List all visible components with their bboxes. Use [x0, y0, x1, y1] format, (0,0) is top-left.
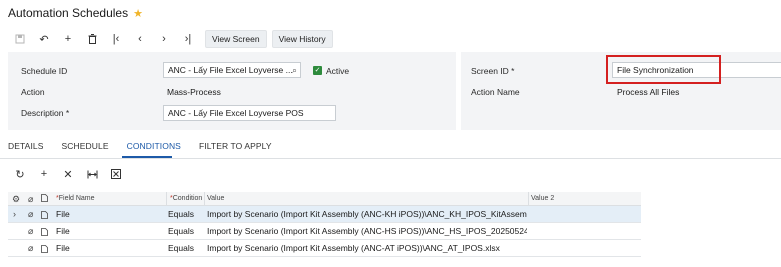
field-name-cell[interactable]: File	[56, 223, 70, 240]
tab-bar: DETAILS SCHEDULE CONDITIONS FILTER TO AP…	[8, 141, 290, 155]
field-name-cell[interactable]: File	[56, 206, 70, 223]
column-settings-icon[interactable]: ⚙	[12, 192, 20, 206]
note-icon[interactable]	[41, 240, 48, 257]
value2-header[interactable]: Value 2	[531, 192, 554, 206]
conditions-grid: ⚙ ⌀ *Field Name *Condition Value Value 2…	[8, 192, 641, 257]
favorite-star-icon[interactable]: ★	[133, 7, 143, 20]
condition-cell[interactable]: Equals	[168, 240, 194, 257]
tab-conditions[interactable]: CONDITIONS	[127, 141, 181, 155]
grid-header: ⚙ ⌀ *Field Name *Condition Value Value 2	[8, 192, 641, 206]
delete-row-icon[interactable]: ✕	[56, 166, 80, 182]
condition-cell[interactable]: Equals	[168, 206, 194, 223]
attachment-icon[interactable]: ⌀	[28, 206, 33, 223]
tab-details[interactable]: DETAILS	[8, 141, 44, 155]
add-icon[interactable]: +	[56, 30, 80, 48]
main-toolbar: ↶ + |‹ ‹ › ›| View Screen View History	[8, 30, 333, 48]
view-history-button[interactable]: View History	[271, 30, 333, 48]
action-label: Action	[21, 87, 45, 97]
tab-filter-to-apply[interactable]: FILTER TO APPLY	[199, 141, 272, 155]
field-name-header[interactable]: *Field Name	[56, 192, 95, 206]
active-label: Active	[326, 66, 350, 76]
tab-schedule[interactable]: SCHEDULE	[62, 141, 109, 155]
save-icon[interactable]	[8, 30, 32, 48]
value-cell[interactable]: Import by Scenario (Import Kit Assembly …	[207, 206, 527, 223]
attachment-icon[interactable]: ⌀	[28, 223, 33, 240]
description-field[interactable]: ANC - Lấy File Excel Loyverse POS	[163, 105, 336, 121]
action-name-value: Process All Files	[617, 87, 680, 97]
schedule-id-value: ANC - Lấy File Excel Loyverse ...	[168, 65, 293, 75]
last-record-icon[interactable]: ›|	[176, 30, 200, 48]
value-cell[interactable]: Import by Scenario (Import Kit Assembly …	[207, 240, 527, 257]
note-icon[interactable]	[41, 206, 48, 223]
undo-icon[interactable]: ↶	[32, 30, 56, 48]
active-checkbox[interactable]: ✓	[313, 66, 322, 75]
table-row[interactable]: ⌀ File Equals Import by Scenario (Import…	[8, 223, 641, 240]
screen-id-label: Screen ID *	[471, 66, 515, 76]
page-header: Automation Schedules ★	[8, 5, 143, 21]
delete-icon[interactable]	[80, 30, 104, 48]
summary-panel-left: Schedule ID ANC - Lấy File Excel Loyvers…	[8, 52, 456, 130]
add-row-icon[interactable]: +	[32, 166, 56, 182]
action-name-label: Action Name	[471, 87, 520, 97]
note-header-icon	[41, 192, 48, 206]
schedule-id-field[interactable]: ANC - Lấy File Excel Loyverse ... ⌕	[163, 62, 301, 78]
grid-toolbar: ↻ + ✕	[8, 166, 128, 182]
tab-divider	[0, 158, 781, 159]
row-selector-chevron-icon[interactable]: ›	[13, 206, 16, 223]
schedule-id-label: Schedule ID	[21, 66, 68, 76]
condition-header[interactable]: *Condition	[170, 192, 202, 206]
field-name-cell[interactable]: File	[56, 240, 70, 257]
fit-columns-icon[interactable]	[80, 166, 104, 182]
table-row[interactable]: ⌀ File Equals Import by Scenario (Import…	[8, 240, 641, 257]
export-excel-icon[interactable]	[104, 166, 128, 182]
table-row[interactable]: › ⌀ File Equals Import by Scenario (Impo…	[8, 206, 641, 223]
attachment-icon[interactable]: ⌀	[28, 240, 33, 257]
first-record-icon[interactable]: |‹	[104, 30, 128, 48]
condition-cell[interactable]: Equals	[168, 223, 194, 240]
search-icon[interactable]: ⌕	[292, 65, 297, 76]
action-value: Mass-Process	[167, 87, 221, 97]
next-record-icon[interactable]: ›	[152, 30, 176, 48]
attachment-header-icon: ⌀	[28, 194, 34, 204]
value-header[interactable]: Value	[207, 192, 224, 206]
view-screen-button[interactable]: View Screen	[205, 30, 267, 48]
description-value: ANC - Lấy File Excel Loyverse POS	[168, 108, 304, 118]
previous-record-icon[interactable]: ‹	[128, 30, 152, 48]
screen-id-highlight	[606, 55, 721, 84]
refresh-icon[interactable]: ↻	[8, 166, 32, 182]
page-title: Automation Schedules	[8, 6, 129, 20]
note-icon[interactable]	[41, 223, 48, 240]
description-label: Description *	[21, 108, 70, 118]
value-cell[interactable]: Import by Scenario (Import Kit Assembly …	[207, 223, 527, 240]
